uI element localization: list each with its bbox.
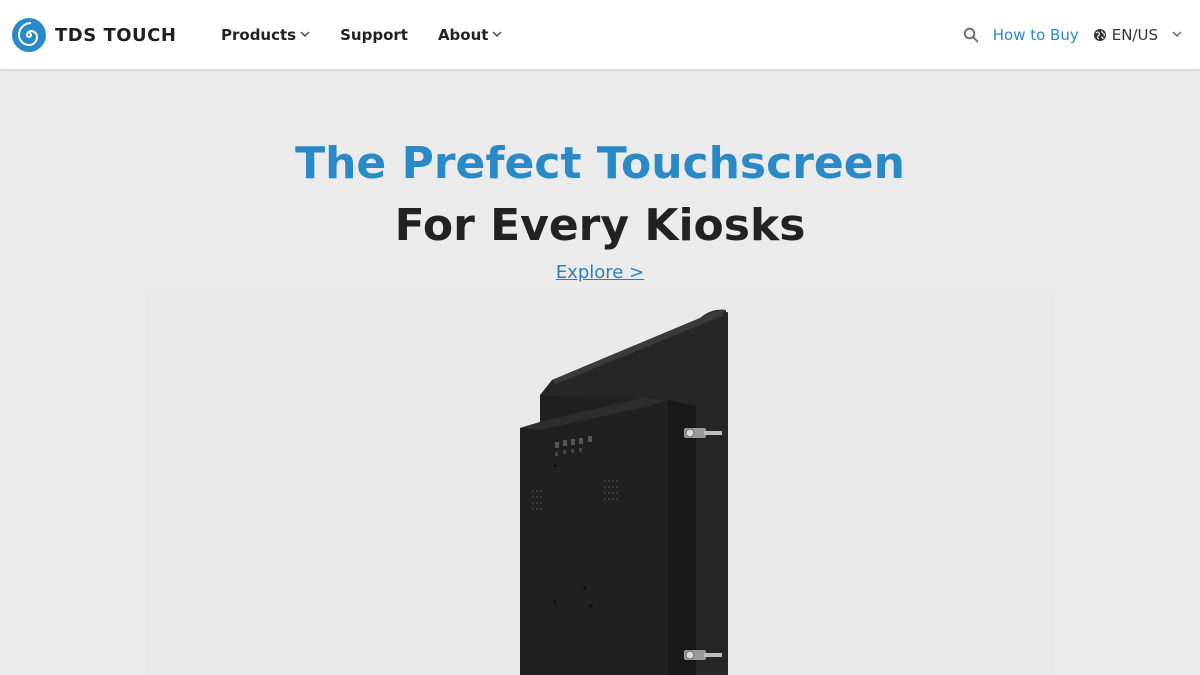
header-actions: How to Buy EN/US [963,0,1182,69]
main-nav: Products Support About [221,0,532,69]
search-icon[interactable] [963,27,979,43]
brand-name: TDS TOUCH [55,24,177,46]
nav-products[interactable]: Products [221,26,310,44]
nav-products-label: Products [221,25,297,44]
spiral-logo-icon [12,18,46,52]
chevron-down-icon [300,31,310,38]
chevron-down-icon [492,31,502,38]
nav-about-label: About [437,25,489,44]
language-selector[interactable]: EN/US [1093,26,1182,44]
nav-support-label: Support [340,25,408,44]
logo-link[interactable]: TDS TOUCH [11,17,176,53]
explore-link[interactable]: Explore > [556,262,644,283]
how-to-buy-link[interactable]: How to Buy [993,26,1079,44]
nav-about[interactable]: About [438,26,503,44]
globe-icon [1093,28,1106,41]
explore-cta-wrapper: Explore > [0,262,1200,283]
touchscreen-monitor-image [520,309,728,675]
nav-support[interactable]: Support [340,26,408,44]
chevron-down-icon [1172,31,1182,38]
hero-headline-secondary: For Every Kiosks [394,200,806,251]
hero-headline-primary: The Prefect Touchscreen [295,138,905,189]
site-header: TDS TOUCH Products Support About How to … [0,0,1200,69]
language-label: EN/US [1111,25,1158,44]
